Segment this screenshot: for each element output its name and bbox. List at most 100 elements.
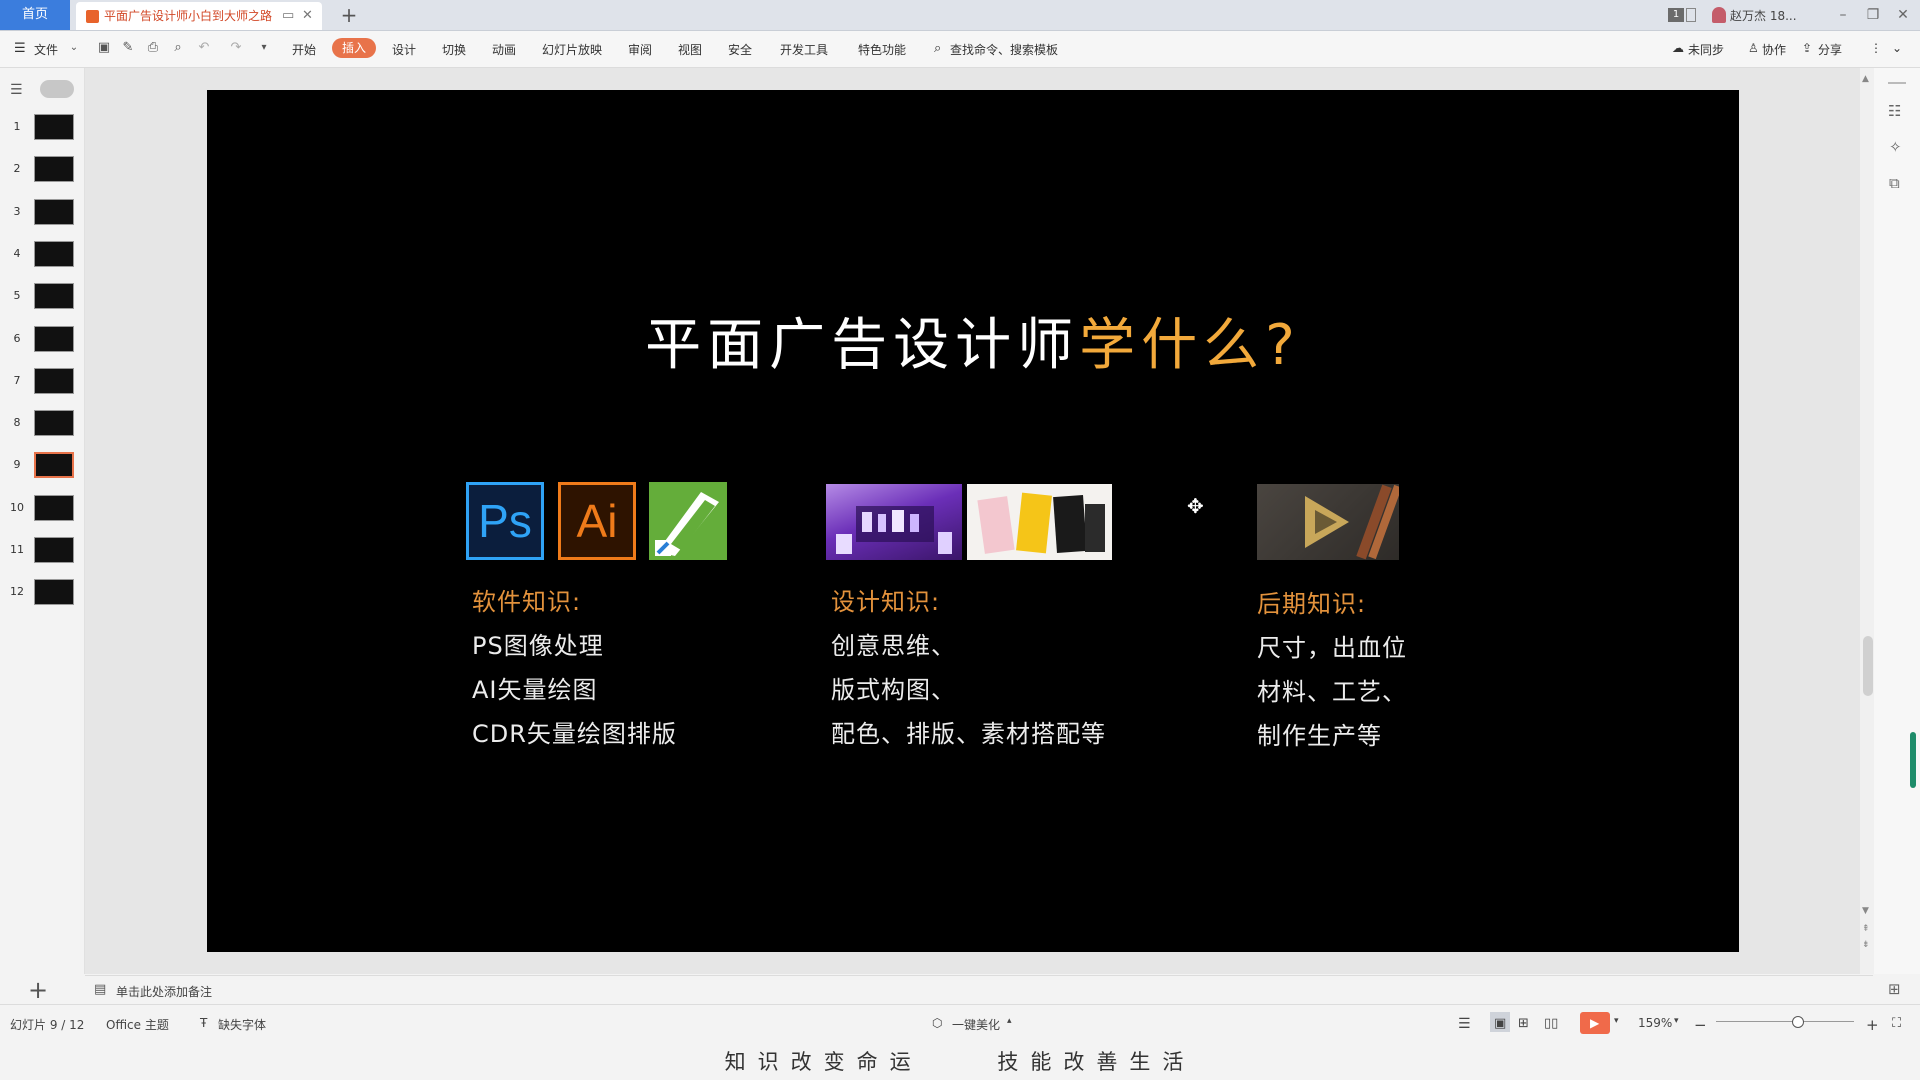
print-preview-icon[interactable]: ⌕ (170, 40, 186, 56)
post-line-3[interactable]: 制作生产等 (1257, 716, 1382, 751)
menu-security[interactable]: 安全 (728, 41, 752, 58)
post-line-2[interactable]: 材料、工艺、 (1257, 672, 1407, 707)
cloud-sync-icon[interactable]: ☁ (1672, 41, 1684, 55)
restore-icon[interactable]: ❐ (1858, 4, 1888, 26)
slideshow-dropdown-icon[interactable]: ▾ (1614, 1016, 1619, 1026)
undo-icon[interactable]: ↶ (196, 40, 212, 56)
menu-animation[interactable]: 动画 (492, 41, 516, 58)
page-count-badge[interactable]: 1 (1668, 8, 1684, 22)
grid-view-icon[interactable]: ⊞ (1888, 980, 1901, 998)
share-icon[interactable]: ⇪ (1802, 41, 1812, 55)
close-tab-icon[interactable]: ✕ (302, 2, 313, 30)
slide-thumbnail[interactable] (34, 537, 74, 563)
scrollbar-thumb[interactable] (1863, 636, 1873, 696)
slide-thumbnail[interactable] (34, 156, 74, 183)
more-options-icon[interactable]: ⋮ (1870, 41, 1882, 55)
file-menu[interactable]: 文件 (34, 41, 58, 58)
slide-canvas[interactable]: 平面广告设计师学什么? Ps Ai 软件知识: PS图像处理 AI矢量绘图 CD… (207, 90, 1739, 952)
notes-pane[interactable] (85, 975, 1873, 1004)
share-button[interactable]: 分享 (1818, 41, 1842, 58)
redo-icon[interactable]: ↷ (228, 40, 244, 56)
minimize-icon[interactable]: – (1828, 4, 1858, 26)
style-icon[interactable]: ✧ (1889, 138, 1902, 156)
vertical-scrollbar[interactable] (1860, 68, 1874, 974)
slide-sorter-icon[interactable]: ⊞ (1518, 1016, 1529, 1031)
product-display-photo[interactable] (826, 484, 962, 560)
print-icon[interactable]: ⎙ (145, 40, 161, 56)
photoshop-logo[interactable]: Ps (466, 482, 544, 560)
collaborate-icon[interactable]: ♙ (1748, 41, 1759, 55)
menu-insert[interactable]: 插入 (332, 38, 376, 58)
slide-thumbnail[interactable] (34, 494, 74, 521)
menu-transition[interactable]: 切换 (442, 41, 466, 58)
tab-document[interactable]: 平面广告设计师小白到大师之路 ▭ ✕ (76, 2, 322, 30)
transform-icon[interactable]: ⧉ (1889, 174, 1900, 192)
zoom-level[interactable]: 159% (1638, 1016, 1672, 1030)
post-line-1[interactable]: 尺寸，出血位 (1257, 628, 1407, 663)
menu-special[interactable]: 特色功能 (858, 41, 906, 58)
add-slide-button[interactable]: + (28, 976, 48, 1004)
beautify-button[interactable]: 一键美化 (952, 1016, 1000, 1033)
zoom-in-icon[interactable]: + (1866, 1016, 1879, 1034)
post-production-heading[interactable]: 后期知识: (1257, 584, 1366, 619)
fit-window-icon[interactable]: ⛶ (1892, 1016, 1901, 1031)
outline-view-icon[interactable]: ☰ (10, 82, 23, 98)
chevron-down-icon[interactable]: ⌄ (66, 40, 82, 56)
slide-view-toggle[interactable] (40, 80, 74, 98)
properties-icon[interactable]: ☷ (1888, 102, 1901, 120)
software-line-1[interactable]: PS图像处理 (472, 626, 604, 661)
design-line-1[interactable]: 创意思维、 (831, 626, 956, 661)
save-icon[interactable]: ▣ (96, 40, 112, 56)
menu-design[interactable]: 设计 (392, 41, 416, 58)
slide-thumbnail[interactable] (34, 240, 74, 267)
slide-thumbnail[interactable] (34, 410, 74, 437)
collapse-ribbon-icon[interactable]: ⌄ (1892, 41, 1902, 55)
customize-toolbar-icon[interactable]: ▾ (256, 40, 272, 56)
zoom-dropdown-icon[interactable]: ▾ (1674, 1016, 1679, 1026)
slide-thumbnail[interactable] (34, 325, 74, 352)
menu-slideshow[interactable]: 幻灯片放映 (542, 41, 602, 58)
menu-review[interactable]: 审阅 (628, 41, 652, 58)
design-line-3[interactable]: 配色、排版、素材搭配等 (831, 714, 1106, 749)
notes-placeholder[interactable]: 单击此处添加备注 (116, 983, 212, 1000)
scroll-up-icon[interactable]: ▲ (1862, 74, 1869, 84)
menu-developer[interactable]: 开发工具 (780, 41, 828, 58)
reading-view-icon[interactable]: ▯▯ (1544, 1016, 1558, 1031)
close-window-icon[interactable]: ✕ (1888, 4, 1918, 26)
menu-view[interactable]: 视图 (678, 41, 702, 58)
print-material-photo[interactable] (1257, 484, 1402, 560)
previous-slide-icon[interactable]: ⇞ (1862, 924, 1870, 934)
scroll-down-icon[interactable]: ▼ (1862, 906, 1869, 916)
hamburger-menu-icon[interactable]: ☰ (14, 41, 26, 56)
format-painter-icon[interactable]: ✎ (120, 40, 136, 56)
design-knowledge-heading[interactable]: 设计知识: (831, 582, 940, 617)
zoom-slider-handle[interactable] (1792, 1016, 1804, 1028)
software-line-2[interactable]: AI矢量绘图 (472, 670, 598, 705)
illustrator-logo[interactable]: Ai (558, 482, 636, 560)
user-name[interactable]: 赵万杰 18... (1730, 7, 1797, 24)
collaborate-button[interactable]: 协作 (1762, 41, 1786, 58)
user-avatar[interactable] (1712, 7, 1726, 23)
slide-thumbnail[interactable] (34, 452, 74, 479)
zoom-slider[interactable] (1716, 1021, 1854, 1022)
right-panel-scroll-indicator[interactable] (1910, 732, 1916, 788)
add-tab-button[interactable]: + (336, 2, 362, 28)
next-slide-icon[interactable]: ⇟ (1862, 940, 1870, 950)
search-icon[interactable]: ⌕ (934, 41, 941, 56)
menu-start[interactable]: 开始 (292, 41, 316, 58)
tab-home[interactable]: 首页 (0, 0, 70, 30)
sync-status[interactable]: 未同步 (1688, 41, 1724, 58)
coreldraw-logo[interactable] (649, 482, 727, 560)
slide-title[interactable]: 平面广告设计师学什么? (207, 300, 1739, 381)
notes-toggle-icon[interactable]: ☰ (1458, 1016, 1471, 1032)
theme-name[interactable]: Office 主题 (106, 1016, 169, 1033)
zoom-out-icon[interactable]: − (1694, 1016, 1707, 1034)
beautify-dropdown-icon[interactable]: ▴ (1007, 1016, 1012, 1026)
slide-thumbnail[interactable] (34, 367, 74, 394)
slide-thumbnail[interactable] (34, 579, 74, 606)
packaging-photo[interactable] (967, 484, 1112, 560)
window-restore-icon[interactable]: ▭ (282, 2, 294, 30)
command-search[interactable]: 查找命令、搜索模板 (950, 41, 1058, 58)
design-line-2[interactable]: 版式构图、 (831, 670, 956, 705)
software-line-3[interactable]: CDR矢量绘图排版 (472, 714, 677, 749)
